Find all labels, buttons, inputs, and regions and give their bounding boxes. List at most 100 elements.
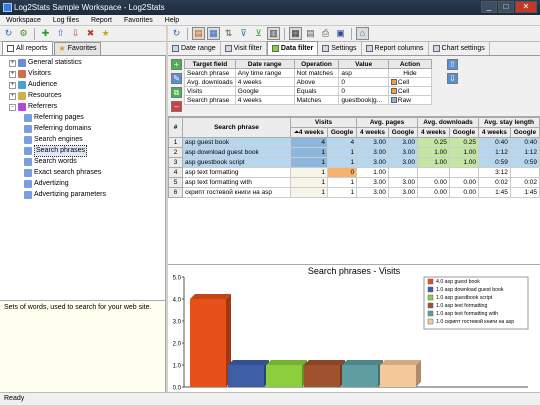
- bar-6[interactable]: [380, 360, 421, 387]
- grid-subcol-google[interactable]: Google: [326, 127, 358, 138]
- menu-favorites[interactable]: Favorites: [118, 15, 159, 25]
- grid-cell-value[interactable]: [448, 167, 479, 178]
- grid-cell-value[interactable]: 1: [290, 167, 328, 178]
- add-filter-button[interactable]: +: [171, 59, 182, 70]
- filter-col-action[interactable]: Action: [387, 59, 433, 69]
- filter-date-range[interactable]: Google: [234, 86, 295, 96]
- close-button[interactable]: ✕: [515, 1, 537, 13]
- grid-cell-phrase[interactable]: asp text formatting: [182, 167, 291, 178]
- remove-favorite-icon[interactable]: ✖: [84, 27, 97, 40]
- tab-chart-settings[interactable]: Chart settings: [429, 42, 490, 55]
- column-sort-icon[interactable]: ⇅: [222, 27, 235, 40]
- bar-4[interactable]: [304, 360, 345, 387]
- grid-cell-value[interactable]: [387, 167, 419, 178]
- tree-item-exact-search-phrases[interactable]: Exact search phrases: [24, 168, 101, 178]
- menu-report[interactable]: Report: [85, 15, 118, 25]
- tab-date-range[interactable]: Date range: [168, 42, 221, 55]
- grid-cell-value[interactable]: 1: [326, 157, 358, 168]
- grid-cell-value[interactable]: 3.00: [387, 137, 419, 148]
- tab-settings[interactable]: Settings: [318, 42, 362, 55]
- tree-item-general-statistics[interactable]: + General statistics: [9, 58, 82, 68]
- expand-icon[interactable]: +: [9, 81, 16, 89]
- grid-cell-value[interactable]: 3.00: [356, 187, 389, 198]
- grid-row[interactable]: 3 asp guestbook script 1 1 3.00 3.00 1.00 1.00 0…: [168, 157, 540, 168]
- grid-cell-value[interactable]: 3.00: [356, 177, 389, 188]
- tab-visit-filter[interactable]: Visit filter: [221, 42, 267, 55]
- filter-action[interactable]: Cell: [387, 77, 433, 87]
- filter-action[interactable]: Cell: [387, 86, 433, 96]
- grid-cell-value[interactable]: 0:59: [477, 157, 511, 168]
- grid-subcol-4-weeks[interactable]: 4 weeks: [477, 127, 511, 138]
- expand-icon[interactable]: +: [9, 59, 16, 67]
- grid-subcol-4-weeks[interactable]: 4 weeks: [417, 127, 450, 138]
- grid-cell-value[interactable]: 3.00: [387, 147, 419, 158]
- expand-icon[interactable]: +: [9, 70, 16, 78]
- filter-operation[interactable]: Equals: [293, 86, 340, 96]
- tree-item-search-phrases[interactable]: Search phrases: [24, 145, 88, 157]
- grid-row[interactable]: 1 asp guest book 4 4 3.00 3.00 0.25 0.25 0:40 0:4…: [168, 137, 540, 148]
- filter-col-date-range[interactable]: Date range: [234, 59, 295, 69]
- grid-cell-value[interactable]: 0.00: [417, 177, 450, 188]
- grid-cell-value[interactable]: 1: [290, 177, 328, 188]
- grid-col-index[interactable]: #: [168, 117, 183, 138]
- visit-filter-toggle-icon[interactable]: ▦: [207, 27, 220, 40]
- grid-cell-value[interactable]: 0.00: [448, 187, 479, 198]
- grid-cell-value[interactable]: 1: [326, 187, 358, 198]
- filter-action[interactable]: Raw: [387, 95, 433, 105]
- grid-cell-value[interactable]: 1: [326, 147, 358, 158]
- tree-item-audience[interactable]: + Audience: [9, 80, 57, 90]
- grid-subcol-google[interactable]: Google: [387, 127, 419, 138]
- filter-target-field[interactable]: Visits: [184, 86, 236, 96]
- save-icon[interactable]: ▣: [334, 27, 347, 40]
- filter-target-field[interactable]: Avg. downloads: [184, 77, 236, 87]
- grid-cell-value[interactable]: 1:12: [509, 147, 540, 158]
- calendar-toggle-icon[interactable]: ▤: [192, 27, 205, 40]
- grid-cell-value[interactable]: 3.00: [387, 177, 419, 188]
- grid-cell-value[interactable]: 1: [290, 147, 328, 158]
- filter-date-range[interactable]: Any time range: [234, 68, 295, 78]
- grid-group-avg-stay-length[interactable]: Avg. stay length: [477, 117, 540, 128]
- grid-subcol-google[interactable]: Google: [509, 127, 540, 138]
- tab-data-filter[interactable]: Data filter: [266, 41, 319, 55]
- filter-col-target-field[interactable]: Target field: [184, 59, 236, 69]
- grid-cell-value[interactable]: 1: [290, 187, 328, 198]
- filter-value[interactable]: 0: [338, 86, 389, 96]
- grid-cell-phrase[interactable]: asp download guest book: [182, 147, 291, 158]
- grid-cell-value[interactable]: 1.00: [448, 157, 479, 168]
- grid-subcol-4-weeks[interactable]: 4 weeks: [356, 127, 389, 138]
- grid-cell-value[interactable]: 1:45: [477, 187, 511, 198]
- tab-favorites[interactable]: ★ Favorites: [53, 42, 102, 55]
- edit-filter-button[interactable]: ✎: [171, 73, 182, 84]
- filter-icon[interactable]: ⊽: [237, 27, 250, 40]
- favorite-star-icon[interactable]: ★: [99, 27, 112, 40]
- move-down-icon[interactable]: ⇩: [69, 27, 82, 40]
- grid-group-avg-downloads[interactable]: Avg. downloads: [417, 117, 479, 128]
- print-icon[interactable]: ⎙: [319, 27, 332, 40]
- filter-row[interactable]: Visits Google Equals 0 Cell: [184, 86, 433, 96]
- tree-item-referring-pages[interactable]: Referring pages: [24, 113, 84, 123]
- bar-1[interactable]: [190, 294, 231, 387]
- filter-row[interactable]: Search phrase Any time range Not matches as…: [184, 68, 433, 78]
- grid-view-icon[interactable]: ▥: [267, 27, 280, 40]
- grid-cell-value[interactable]: 1:45: [509, 187, 540, 198]
- bar-3[interactable]: [266, 360, 307, 387]
- grid-cell-value[interactable]: 1: [326, 177, 358, 188]
- grid-cell-value[interactable]: 4: [326, 137, 358, 148]
- filter-row[interactable]: Search phrase 4 weeks Matches guestbook|g..…: [184, 95, 433, 105]
- grid-cell-phrase[interactable]: asp text formatting with: [182, 177, 291, 188]
- grid-cell-value[interactable]: 0.00: [448, 177, 479, 188]
- tree-item-search-words[interactable]: Search words: [24, 157, 77, 167]
- grid-cell-value[interactable]: 0: [326, 167, 358, 178]
- menu-help[interactable]: Help: [159, 15, 185, 25]
- menu-log-files[interactable]: Log files: [47, 15, 85, 25]
- grid-row[interactable]: 5 asp text formatting with 1 1 3.00 3.00 0.00 0…: [168, 177, 540, 188]
- tree-item-referrers[interactable]: - Referrers: [9, 102, 57, 112]
- grid-cell-value[interactable]: 1.00: [356, 167, 389, 178]
- grid-cell-value[interactable]: [509, 167, 540, 178]
- tree-item-visitors[interactable]: + Visitors: [9, 69, 51, 79]
- delete-filter-button[interactable]: –: [171, 101, 182, 112]
- menu-workspace[interactable]: Workspace: [0, 15, 47, 25]
- grid-cell-value[interactable]: 3.00: [356, 137, 389, 148]
- filter-date-range[interactable]: 4 weeks: [234, 95, 295, 105]
- grid-cell-value[interactable]: 3.00: [387, 187, 419, 198]
